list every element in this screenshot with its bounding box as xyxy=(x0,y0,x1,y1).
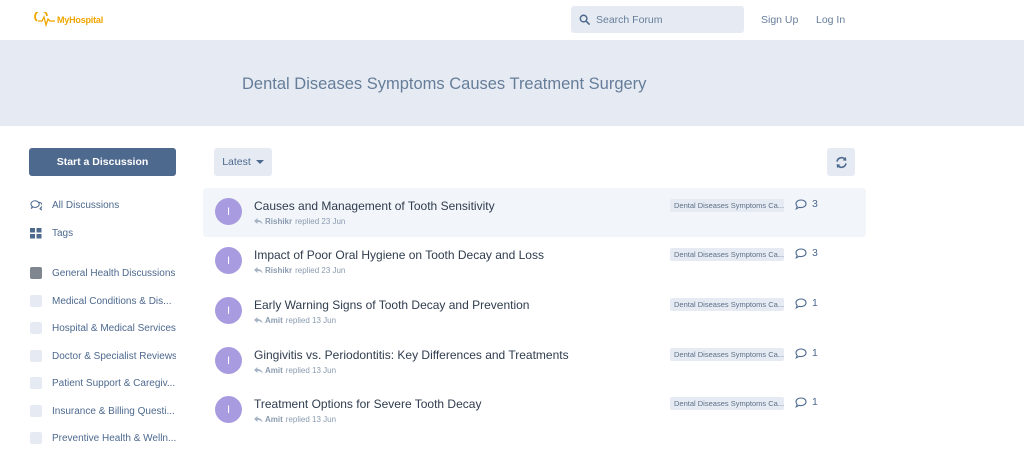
sidebar-tag-label: Medical Conditions & Dis... xyxy=(52,295,172,307)
search-icon xyxy=(579,14,590,25)
comment-icon xyxy=(795,198,807,210)
sidebar-tag-general-health[interactable]: General Health Discussions xyxy=(30,265,175,281)
last-reply-time: replied 13 Jun xyxy=(285,415,337,424)
last-reply-time: replied 23 Jun xyxy=(295,266,346,275)
discussion-meta: Amit replied 13 Jun xyxy=(254,415,336,424)
tag-color-swatch xyxy=(30,432,42,444)
avatar[interactable]: I xyxy=(215,347,242,374)
discussion-title[interactable]: Impact of Poor Oral Hygiene on Tooth Dec… xyxy=(254,248,544,262)
log-in-link[interactable]: Log In xyxy=(816,14,845,26)
discussion-meta: Rishikr replied 23 Jun xyxy=(254,217,345,226)
sidebar-item-label: Tags xyxy=(52,227,74,239)
discussion-title[interactable]: Causes and Management of Tooth Sensitivi… xyxy=(254,199,495,213)
tag-color-swatch xyxy=(30,377,42,389)
reply-count-value: 1 xyxy=(812,297,818,309)
reply-count: 1 xyxy=(795,396,818,408)
discussion-tag[interactable]: Dental Diseases Symptoms Ca... xyxy=(670,397,784,410)
sidebar-item-all-discussions[interactable]: All Discussions xyxy=(30,197,119,213)
start-discussion-button[interactable]: Start a Discussion xyxy=(29,148,176,176)
page-title: Dental Diseases Symptoms Causes Treatmen… xyxy=(242,75,647,93)
last-reply-user[interactable]: Rishikr xyxy=(265,266,292,275)
tag-color-swatch xyxy=(30,405,42,417)
sidebar-tag-preventive-health[interactable]: Preventive Health & Welln... xyxy=(30,430,176,446)
last-reply-time: replied 23 Jun xyxy=(295,217,346,226)
last-reply-user[interactable]: Amit xyxy=(265,415,283,424)
discussion-title[interactable]: Treatment Options for Severe Tooth Decay xyxy=(254,397,481,411)
discussion-row[interactable]: I Causes and Management of Tooth Sensiti… xyxy=(203,188,866,237)
last-reply-time: replied 13 Jun xyxy=(285,316,337,325)
sort-dropdown[interactable]: Latest xyxy=(214,148,272,176)
reply-count-value: 3 xyxy=(812,247,818,259)
discussion-row[interactable]: I Gingivitis vs. Periodontitis: Key Diff… xyxy=(203,337,866,386)
discussion-meta: Amit replied 13 Jun xyxy=(254,316,336,325)
reply-count: 1 xyxy=(795,347,818,359)
discussion-tag[interactable]: Dental Diseases Symptoms Ca... xyxy=(670,199,784,212)
refresh-button[interactable] xyxy=(827,148,855,176)
reply-count-value: 1 xyxy=(812,396,818,408)
avatar[interactable]: I xyxy=(215,198,242,225)
discussion-row[interactable]: I Early Warning Signs of Tooth Decay and… xyxy=(203,287,866,336)
comment-icon xyxy=(795,247,807,259)
reply-icon xyxy=(254,218,263,225)
reply-count: 1 xyxy=(795,297,818,309)
caret-down-icon xyxy=(255,160,264,164)
sidebar-tag-insurance-billing[interactable]: Insurance & Billing Questi... xyxy=(30,403,175,419)
comment-icon xyxy=(795,297,807,309)
reply-count: 3 xyxy=(795,247,818,259)
reply-count-value: 3 xyxy=(812,198,818,210)
last-reply-user[interactable]: Amit xyxy=(265,366,283,375)
discussion-tag[interactable]: Dental Diseases Symptoms Ca... xyxy=(670,248,784,261)
sidebar-tag-label: Hospital & Medical Services xyxy=(52,322,176,334)
sidebar-tag-medical-conditions[interactable]: Medical Conditions & Dis... xyxy=(30,293,172,309)
discussion-meta: Amit replied 13 Jun xyxy=(254,366,336,375)
discussion-title[interactable]: Gingivitis vs. Periodontitis: Key Differ… xyxy=(254,348,569,362)
avatar[interactable]: I xyxy=(215,247,242,274)
tags-grid-icon xyxy=(30,227,42,239)
avatar[interactable]: I xyxy=(215,297,242,324)
site-logo[interactable]: MyHospital xyxy=(34,11,103,29)
search-input[interactable] xyxy=(596,13,736,26)
discussion-title[interactable]: Early Warning Signs of Tooth Decay and P… xyxy=(254,298,529,312)
reply-count-value: 1 xyxy=(812,347,818,359)
hero-banner: Dental Diseases Symptoms Causes Treatmen… xyxy=(0,40,1024,126)
discussion-tag[interactable]: Dental Diseases Symptoms Ca... xyxy=(670,298,784,311)
sign-up-link[interactable]: Sign Up xyxy=(761,14,798,26)
tag-color-swatch xyxy=(30,295,42,307)
reply-icon xyxy=(254,416,263,423)
sidebar-item-label: All Discussions xyxy=(52,199,120,211)
avatar[interactable]: I xyxy=(215,396,242,423)
sidebar-tag-patient-support[interactable]: Patient Support & Caregiv... xyxy=(30,375,175,391)
reply-count: 3 xyxy=(795,198,818,210)
reply-icon xyxy=(254,267,263,274)
comments-icon xyxy=(30,199,42,211)
heartbeat-logo-icon xyxy=(34,12,55,28)
discussion-row[interactable]: I Impact of Poor Oral Hygiene on Tooth D… xyxy=(203,237,866,286)
sidebar-tag-label: Patient Support & Caregiv... xyxy=(52,377,176,389)
logo-text: MyHospital xyxy=(57,15,104,25)
sidebar-tag-label: Doctor & Specialist Reviews xyxy=(52,350,176,362)
tag-color-swatch xyxy=(30,350,42,362)
sidebar-tag-label: Preventive Health & Welln... xyxy=(52,432,176,444)
last-reply-user[interactable]: Amit xyxy=(265,316,283,325)
sidebar-tag-doctor-reviews[interactable]: Doctor & Specialist Reviews xyxy=(30,348,176,364)
tag-color-swatch xyxy=(30,322,42,334)
sidebar-tag-label: Insurance & Billing Questi... xyxy=(52,405,175,417)
sidebar-tag-label: General Health Discussions xyxy=(52,267,176,279)
sort-label: Latest xyxy=(222,156,251,168)
reply-icon xyxy=(254,367,263,374)
search-box[interactable] xyxy=(571,6,744,33)
refresh-icon xyxy=(835,156,847,168)
discussion-tag[interactable]: Dental Diseases Symptoms Ca... xyxy=(670,348,784,361)
sidebar-tag-hospital-services[interactable]: Hospital & Medical Services xyxy=(30,320,176,336)
last-reply-time: replied 13 Jun xyxy=(285,366,337,375)
comment-icon xyxy=(795,396,807,408)
reply-icon xyxy=(254,317,263,324)
comment-icon xyxy=(795,347,807,359)
sidebar-item-tags[interactable]: Tags xyxy=(30,225,73,241)
tag-color-swatch xyxy=(30,267,42,279)
last-reply-user[interactable]: Rishikr xyxy=(265,217,292,226)
top-header: MyHospital Sign Up Log In xyxy=(0,0,1024,40)
discussion-meta: Rishikr replied 23 Jun xyxy=(254,266,345,275)
discussion-row[interactable]: I Treatment Options for Severe Tooth Dec… xyxy=(203,386,866,435)
